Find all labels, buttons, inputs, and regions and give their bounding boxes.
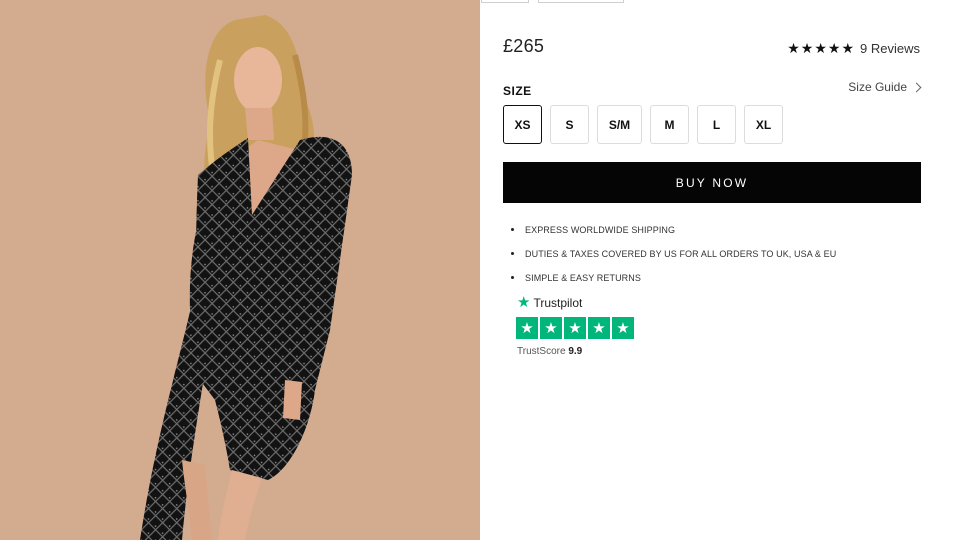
perk-item: EXPRESS WORLDWIDE SHIPPING [511,223,836,247]
perk-item: SIMPLE & EASY RETURNS [511,271,836,295]
size-option-s[interactable]: S [550,105,589,144]
star-icon: ★ [787,40,800,56]
reviews-link[interactable]: 9 Reviews [860,41,920,56]
chevron-right-icon [911,82,922,92]
star-icon: ★ [841,40,855,56]
trustpilot-stars[interactable]: ★ ★ ★ ★ ★ [516,317,634,339]
top-option-button[interactable] [481,0,529,3]
trustscore-value: 9.9 [568,346,583,357]
top-option-button-wide[interactable] [538,0,624,3]
size-option-m[interactable]: M [650,105,689,144]
rating-stars: ★ ★ ★ ★ ★ [787,40,854,56]
size-option-sm[interactable]: S/M [597,105,642,144]
buy-now-button[interactable]: BUY NOW [503,162,921,203]
reviews-summary[interactable]: ★ ★ ★ ★ ★ 9 Reviews [787,40,920,56]
trustscore: TrustScore 9.9 [517,346,582,357]
trustpilot-star-icon: ★ [517,294,531,311]
trustpilot-star-box: ★ [564,317,586,339]
trustpilot-star-box: ★ [612,317,634,339]
perks-list: EXPRESS WORLDWIDE SHIPPING DUTIES & TAXE… [511,223,836,295]
product-image[interactable] [0,0,480,540]
trustpilot-brand: Trustpilot [533,295,583,310]
size-selector: XS S S/M M L XL [503,105,783,144]
size-option-l[interactable]: L [697,105,736,144]
size-guide-label: Size Guide [848,80,907,94]
star-icon: ★ [827,40,841,56]
trustscore-label: TrustScore [517,346,566,357]
product-price: £265 [503,36,545,56]
star-icon: ★ [814,40,827,56]
trustpilot-star-box: ★ [588,317,610,339]
size-option-xl[interactable]: XL [744,105,783,144]
trustpilot-logo[interactable]: ★ Trustpilot [517,295,582,310]
size-option-xs[interactable]: XS [503,105,542,144]
trustpilot-star-box: ★ [540,317,562,339]
star-icon: ★ [800,40,814,56]
size-guide-link[interactable]: Size Guide [848,80,922,94]
perk-item: DUTIES & TAXES COVERED BY US FOR ALL ORD… [511,247,836,271]
trustpilot-star-box: ★ [516,317,538,339]
size-label: SIZE [503,84,532,98]
